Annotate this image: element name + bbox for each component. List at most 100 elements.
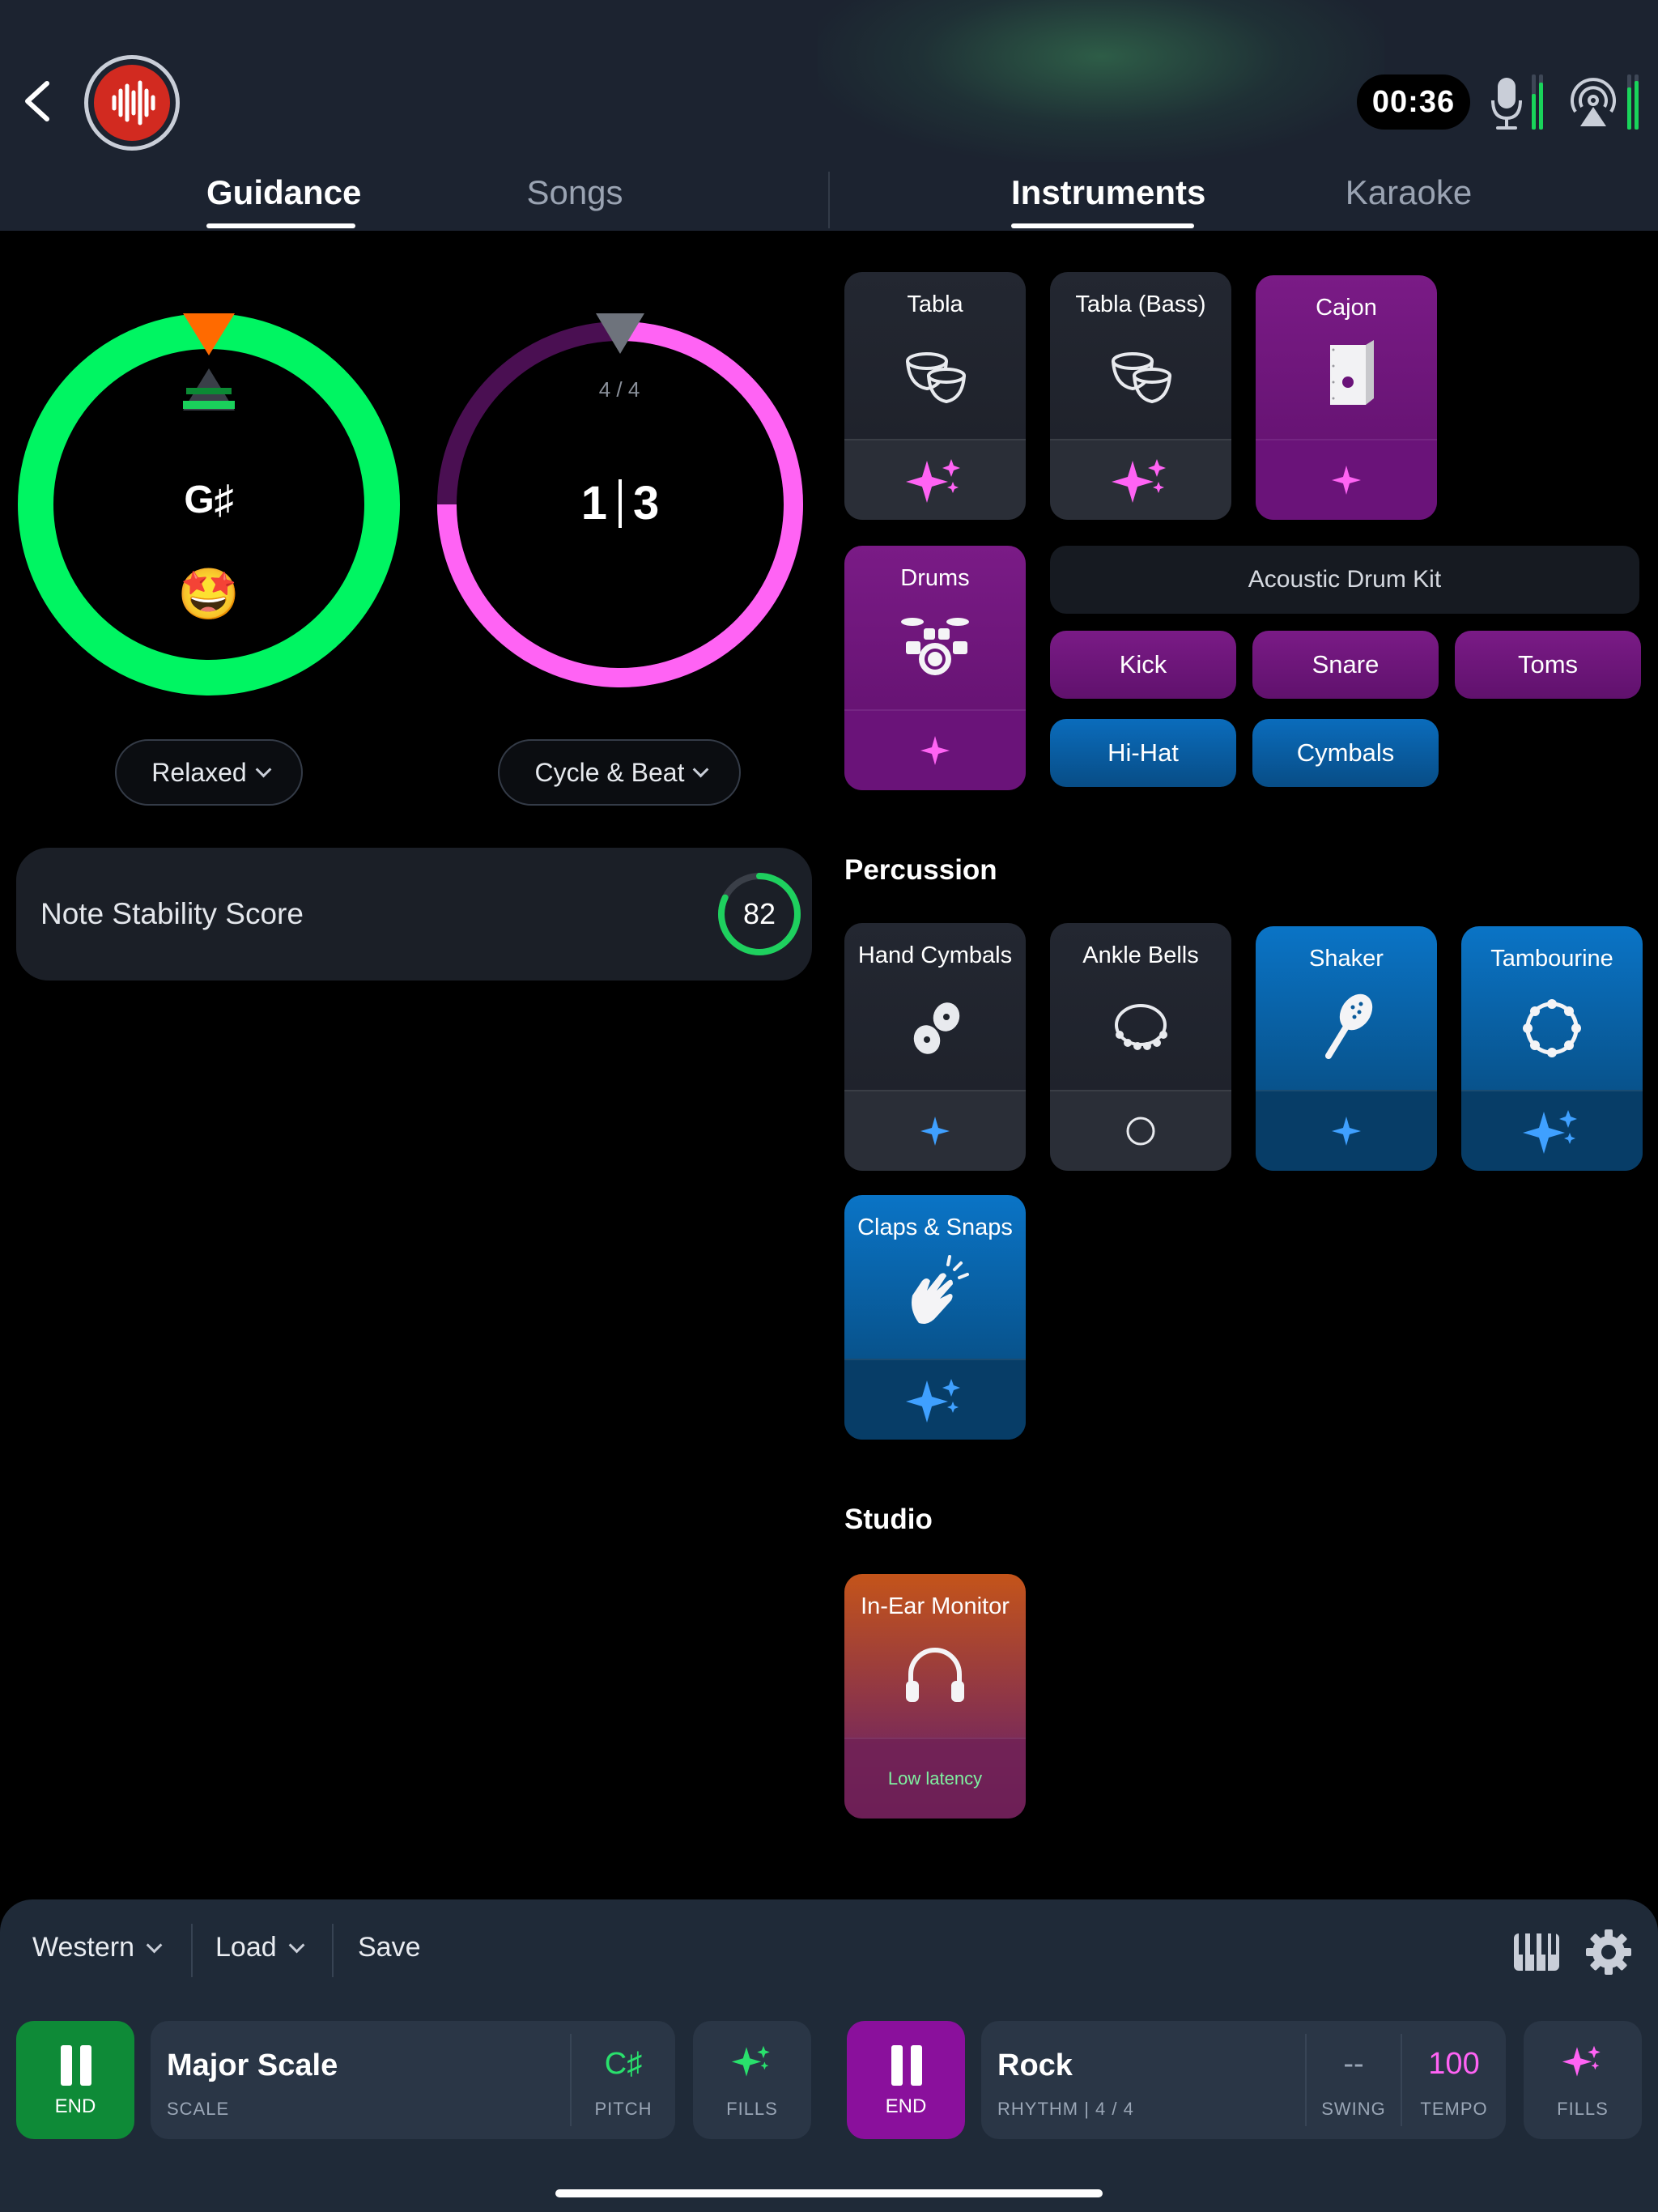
tempo-caption: TEMPO bbox=[1420, 2099, 1488, 2119]
scale-fills-button[interactable]: FILLS bbox=[693, 2021, 811, 2139]
swing-selector[interactable]: -- SWING bbox=[1307, 2021, 1401, 2139]
stability-score: 82 bbox=[742, 897, 776, 930]
playback-panel: Western Load Save END Major Scale SCALE … bbox=[0, 1899, 1658, 2212]
rhythm-card[interactable]: Rock RHYTHM | 4 / 4 -- SWING 100 TEMPO bbox=[981, 2021, 1506, 2139]
drum-part-cymbals[interactable]: Cymbals bbox=[1252, 719, 1439, 787]
tile-label: Tambourine bbox=[1490, 946, 1613, 972]
pitch-selector[interactable]: C♯ PITCH bbox=[572, 2021, 675, 2139]
instrument-tile-ankle-bells[interactable]: Ankle Bells bbox=[1050, 923, 1231, 1171]
ai-sparkle-button[interactable] bbox=[844, 709, 1026, 790]
headphones-icon bbox=[906, 1648, 964, 1702]
rhythm-fills-button[interactable]: FILLS bbox=[1524, 2021, 1642, 2139]
ai-sparkle-button[interactable] bbox=[1256, 1090, 1437, 1171]
cycle-number: 1 bbox=[580, 477, 607, 530]
piano-keyboard-icon[interactable] bbox=[1512, 1932, 1561, 1972]
instrument-tile-in-ear-monitor[interactable]: In-Ear Monitor Low latency bbox=[844, 1574, 1026, 1819]
tile-label: Tabla bbox=[907, 291, 963, 317]
tempo-selector[interactable]: 100 TEMPO bbox=[1402, 2021, 1506, 2139]
tabla-bass-icon bbox=[1112, 352, 1171, 404]
toolbar-divider bbox=[191, 1924, 193, 1977]
tile-label: Cajon bbox=[1316, 295, 1377, 321]
home-indicator[interactable] bbox=[555, 2189, 1103, 2197]
instrument-tile-hand-cymbals[interactable]: Hand Cymbals bbox=[844, 923, 1026, 1171]
drum-kit-selector[interactable]: Acoustic Drum Kit bbox=[1050, 546, 1639, 614]
header-glow bbox=[818, 0, 1384, 162]
pitch-mode-dropdown[interactable]: Relaxed bbox=[115, 739, 303, 806]
waveform-icon bbox=[94, 65, 170, 141]
scale-name: Major Scale bbox=[167, 2048, 338, 2082]
tile-label: Hand Cymbals bbox=[857, 942, 1013, 968]
load-dropdown[interactable]: Load bbox=[215, 1932, 305, 1963]
load-label: Load bbox=[215, 1932, 277, 1963]
sparkle-icon bbox=[906, 1379, 960, 1423]
ai-off-button[interactable] bbox=[1050, 1090, 1231, 1171]
tempo-value: 100 bbox=[1428, 2047, 1480, 2081]
pitch-caption: PITCH bbox=[594, 2099, 653, 2119]
ai-sparkle-button[interactable] bbox=[844, 1359, 1026, 1440]
drum-part-hihat[interactable]: Hi-Hat bbox=[1050, 719, 1236, 787]
drum-part-snare[interactable]: Snare bbox=[1252, 631, 1439, 699]
clapping-hands-icon bbox=[912, 1255, 969, 1324]
scale-card[interactable]: Major Scale SCALE C♯ PITCH bbox=[151, 2021, 675, 2139]
tab-karaoke[interactable]: Karaoke bbox=[1328, 173, 1490, 212]
drum-kit-icon bbox=[901, 618, 969, 675]
tile-label: Tabla (Bass) bbox=[1075, 291, 1206, 317]
rhythm-name: Rock bbox=[997, 2048, 1073, 2082]
scale-caption: SCALE bbox=[167, 2099, 230, 2119]
sparkle-icon bbox=[920, 1117, 950, 1146]
beat-mode-label: Cycle & Beat bbox=[534, 757, 685, 787]
instrument-tile-shaker[interactable]: Shaker bbox=[1256, 926, 1437, 1171]
fills-caption: FILLS bbox=[1557, 2099, 1609, 2119]
chevron-down-icon bbox=[146, 1937, 163, 1953]
beat-mode-dropdown[interactable]: Cycle & Beat bbox=[498, 739, 741, 806]
back-chevron-icon[interactable] bbox=[18, 77, 58, 125]
scale-end-button[interactable]: END bbox=[16, 2021, 134, 2139]
ankle-bells-icon bbox=[1115, 1004, 1167, 1050]
style-dropdown[interactable]: Western bbox=[32, 1932, 163, 1963]
swing-value: -- bbox=[1343, 2047, 1364, 2081]
ai-sparkle-button[interactable] bbox=[1461, 1090, 1643, 1171]
airplay-icon[interactable] bbox=[1567, 76, 1619, 130]
swing-caption: SWING bbox=[1321, 2099, 1386, 2119]
sparkle-icon bbox=[1112, 459, 1166, 503]
ai-sparkle-button[interactable] bbox=[1256, 439, 1437, 520]
instrument-tile-tabla-bass[interactable]: Tabla (Bass) bbox=[1050, 272, 1231, 520]
style-label: Western bbox=[32, 1932, 134, 1963]
tile-label: Claps & Snaps bbox=[857, 1214, 1013, 1240]
microphone-icon[interactable] bbox=[1490, 74, 1525, 131]
instrument-tile-cajon[interactable]: Cajon bbox=[1256, 275, 1437, 520]
chevron-down-icon bbox=[255, 761, 272, 778]
chevron-down-icon bbox=[693, 761, 709, 778]
latency-note: Low latency bbox=[844, 1738, 1026, 1819]
gear-icon[interactable] bbox=[1585, 1929, 1632, 1976]
tab-songs[interactable]: Songs bbox=[502, 173, 648, 212]
instrument-tile-claps-snaps[interactable]: Claps & Snaps bbox=[844, 1195, 1026, 1440]
instrument-tile-tambourine[interactable]: Tambourine bbox=[1461, 926, 1643, 1171]
toolbar-divider bbox=[332, 1924, 334, 1977]
instrument-tile-tabla[interactable]: Tabla bbox=[844, 272, 1026, 520]
stability-label: Note Stability Score bbox=[40, 897, 304, 930]
session-timer: 00:36 bbox=[1357, 74, 1470, 130]
end-label: END bbox=[885, 2095, 927, 2117]
ai-sparkle-button[interactable] bbox=[844, 439, 1026, 520]
ai-sparkle-button[interactable] bbox=[844, 1090, 1026, 1171]
record-button[interactable] bbox=[84, 55, 180, 151]
tile-label: Drums bbox=[900, 565, 970, 591]
tile-label: Ankle Bells bbox=[1082, 942, 1199, 968]
shaker-icon bbox=[1325, 993, 1373, 1059]
drum-part-kick[interactable]: Kick bbox=[1050, 631, 1236, 699]
mood-emoji-icon: 🤩 bbox=[177, 567, 240, 623]
tile-label: Shaker bbox=[1309, 946, 1384, 972]
tab-guidance[interactable]: Guidance bbox=[206, 173, 361, 228]
mic-level-meter bbox=[1532, 74, 1546, 130]
instrument-tile-drums[interactable]: Drums bbox=[844, 546, 1026, 790]
pitch-note: G♯ bbox=[184, 479, 234, 521]
save-button[interactable]: Save bbox=[358, 1932, 421, 1963]
drum-part-toms[interactable]: Toms bbox=[1455, 631, 1641, 699]
ai-sparkle-button[interactable] bbox=[1050, 439, 1231, 520]
tab-instruments[interactable]: Instruments bbox=[1011, 173, 1205, 228]
note-stability-card[interactable]: Note Stability Score 82 bbox=[16, 848, 812, 981]
rhythm-end-button[interactable]: END bbox=[847, 2021, 965, 2139]
cajon-icon bbox=[1330, 340, 1374, 405]
section-title-studio: Studio bbox=[844, 1504, 933, 1535]
